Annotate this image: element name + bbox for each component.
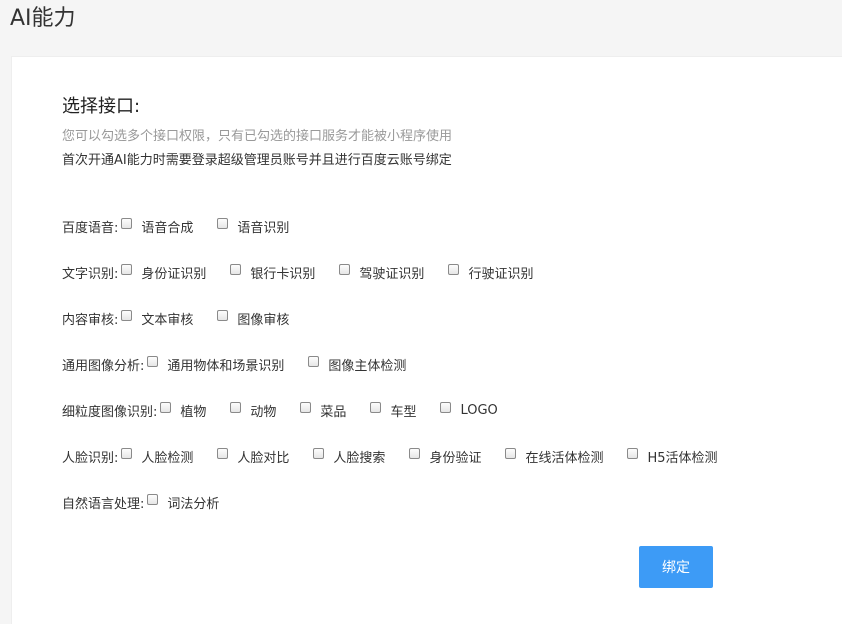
checkbox[interactable]: [313, 447, 325, 459]
checkbox[interactable]: [217, 447, 229, 459]
main-card: 选择接口: 您可以勾选多个接口权限，只有已勾选的接口服务才能被小程序使用 首次开…: [11, 56, 842, 624]
option-label: 驾驶证识别: [359, 266, 425, 282]
option-label: 图像审核: [237, 312, 290, 328]
note-text: 首次开通AI能力时需要登录超级管理员账号并且进行百度云账号绑定: [62, 153, 452, 168]
option-label: 人脸检测: [141, 450, 194, 466]
checkbox[interactable]: [627, 447, 639, 459]
checkbox[interactable]: [505, 447, 517, 459]
option-item[interactable]: 植物: [160, 401, 206, 420]
option-item[interactable]: 图像主体检测: [308, 355, 406, 374]
checkbox[interactable]: [147, 493, 159, 505]
option-label: 人脸对比: [237, 450, 290, 466]
option-label: 动物: [250, 404, 277, 420]
group-label: 人脸识别:: [62, 450, 119, 466]
checkbox[interactable]: [121, 217, 133, 229]
option-item[interactable]: 词法分析: [147, 493, 219, 512]
checkbox[interactable]: [440, 401, 452, 413]
checkbox[interactable]: [409, 447, 421, 459]
option-item[interactable]: LOGO: [440, 401, 498, 418]
group-row: 人脸识别: 人脸检测 人脸对比 人脸搜索 身份验证 在线活体检测 H5活体检测: [62, 446, 718, 466]
option-label: 身份证识别: [141, 266, 207, 282]
option-label: 植物: [180, 404, 207, 420]
option-label: 文本审核: [141, 312, 194, 328]
option-label: 图像主体检测: [328, 358, 407, 374]
option-item[interactable]: H5活体检测: [627, 447, 718, 466]
bind-button[interactable]: 绑定: [639, 546, 713, 588]
option-label: 菜品: [320, 404, 347, 420]
option-item[interactable]: 身份证识别: [121, 263, 206, 282]
option-item[interactable]: 车型: [370, 401, 416, 420]
option-item[interactable]: 人脸搜索: [313, 447, 385, 466]
option-label: 词法分析: [167, 496, 220, 512]
group-row: 通用图像分析: 通用物体和场景识别 图像主体检测: [62, 354, 406, 374]
option-item[interactable]: 身份验证: [409, 447, 481, 466]
option-item[interactable]: 通用物体和场景识别: [147, 355, 284, 374]
option-item[interactable]: 文本审核: [121, 309, 193, 328]
option-label: 在线活体检测: [525, 450, 604, 466]
group-row: 内容审核: 文本审核 图像审核: [62, 308, 289, 328]
option-label: 车型: [390, 404, 417, 420]
group-label: 自然语言处理:: [62, 496, 145, 512]
group-row: 百度语音: 语音合成 语音识别: [62, 216, 289, 236]
checkbox[interactable]: [147, 355, 159, 367]
option-label: 通用物体和场景识别: [167, 358, 285, 374]
option-item[interactable]: 人脸对比: [217, 447, 289, 466]
group-row: 文字识别: 身份证识别 银行卡识别 驾驶证识别 行驶证识别: [62, 262, 533, 282]
option-label: 人脸搜索: [333, 450, 386, 466]
section-title: 选择接口:: [62, 96, 141, 117]
option-item[interactable]: 语音合成: [121, 217, 193, 236]
option-item[interactable]: 动物: [230, 401, 276, 420]
checkbox[interactable]: [121, 309, 133, 321]
group-label: 细粒度图像识别:: [62, 404, 158, 420]
checkbox[interactable]: [121, 263, 133, 275]
checkbox[interactable]: [339, 263, 351, 275]
checkbox[interactable]: [300, 401, 312, 413]
checkbox[interactable]: [230, 401, 242, 413]
option-label: 行驶证识别: [468, 266, 534, 282]
group-row: 细粒度图像识别: 植物 动物 菜品 车型 LOGO: [62, 400, 498, 420]
page-title: AI能力: [10, 6, 76, 31]
group-label: 百度语音:: [62, 220, 119, 236]
group-label: 通用图像分析:: [62, 358, 145, 374]
option-label: 银行卡识别: [250, 266, 316, 282]
group-label: 内容审核:: [62, 312, 119, 328]
checkbox[interactable]: [121, 447, 133, 459]
option-label: 身份验证: [429, 450, 482, 466]
checkbox[interactable]: [370, 401, 382, 413]
option-item[interactable]: 语音识别: [217, 217, 289, 236]
hint-text: 您可以勾选多个接口权限，只有已勾选的接口服务才能被小程序使用: [62, 129, 453, 144]
group-label: 文字识别:: [62, 266, 119, 282]
option-item[interactable]: 驾驶证识别: [339, 263, 424, 282]
option-item[interactable]: 行驶证识别: [448, 263, 533, 282]
checkbox[interactable]: [230, 263, 242, 275]
checkbox[interactable]: [308, 355, 320, 367]
option-label: 语音识别: [237, 220, 290, 236]
group-row: 自然语言处理: 词法分析: [62, 492, 219, 512]
checkbox[interactable]: [217, 309, 229, 321]
option-item[interactable]: 人脸检测: [121, 447, 193, 466]
option-item[interactable]: 图像审核: [217, 309, 289, 328]
option-label: LOGO: [460, 402, 498, 418]
option-label: H5活体检测: [647, 450, 718, 466]
checkbox[interactable]: [160, 401, 172, 413]
checkbox[interactable]: [448, 263, 460, 275]
option-item[interactable]: 在线活体检测: [505, 447, 603, 466]
option-label: 语音合成: [141, 220, 194, 236]
option-item[interactable]: 银行卡识别: [230, 263, 315, 282]
checkbox[interactable]: [217, 217, 229, 229]
option-item[interactable]: 菜品: [300, 401, 346, 420]
